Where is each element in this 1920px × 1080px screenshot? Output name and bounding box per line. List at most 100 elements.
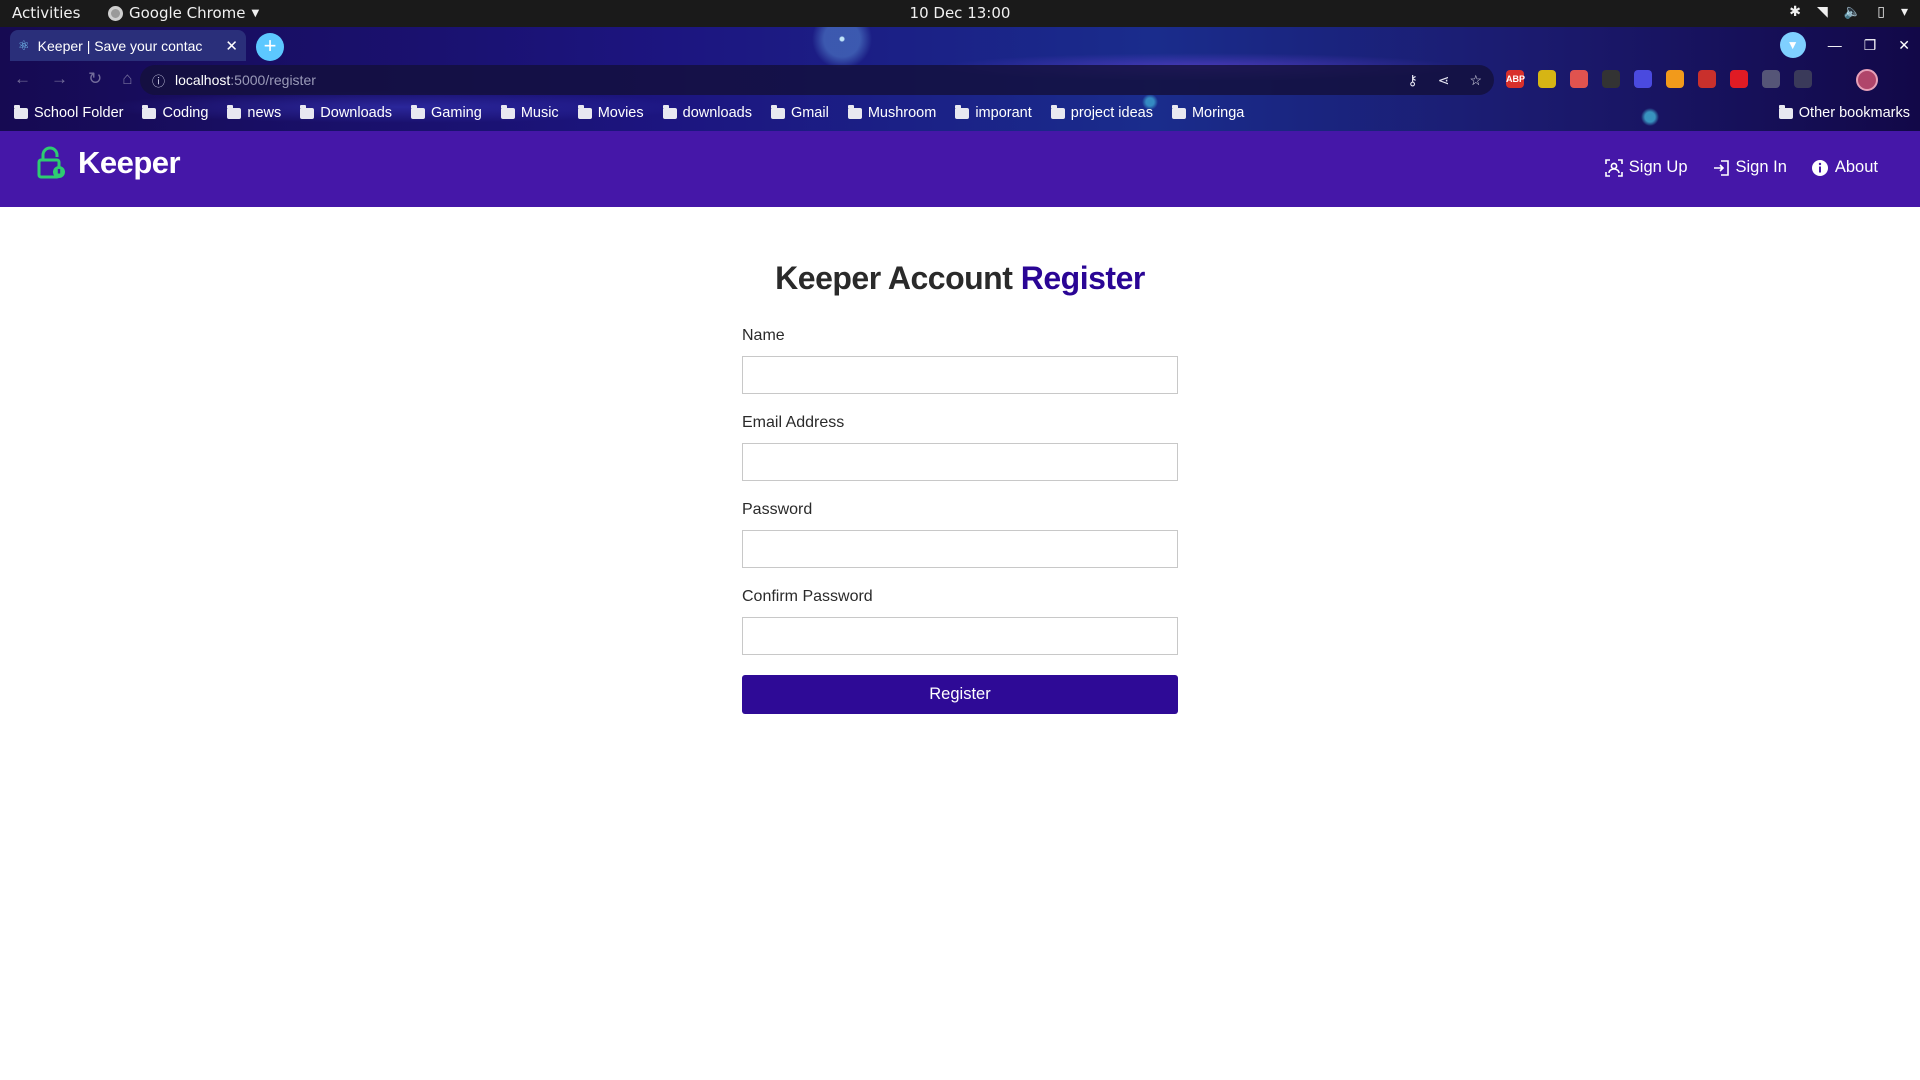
bookmark-folder[interactable]: Gmail	[770, 104, 829, 121]
address-bar[interactable]: ⓘ localhost:5000/register ⚷ ⋖ ☆	[140, 65, 1494, 95]
wifi-icon: ◥	[1817, 4, 1828, 20]
bookmark-folder[interactable]: downloads	[662, 104, 752, 121]
folder-icon	[1171, 104, 1186, 119]
bookmark-folder[interactable]: Music	[500, 104, 559, 121]
extension-icon[interactable]	[1698, 70, 1716, 88]
react-favicon-icon: ⚛	[18, 37, 30, 53]
email-label: Email Address	[742, 414, 845, 431]
bookmark-label: School Folder	[34, 105, 124, 121]
extension-icon[interactable]	[1762, 70, 1780, 88]
bookmark-label: Downloads	[320, 105, 393, 121]
back-icon[interactable]: ←	[14, 69, 31, 89]
extensions-bar: ABP	[1506, 70, 1812, 88]
folder-icon	[1050, 104, 1065, 119]
nav-about[interactable]: About	[1811, 158, 1878, 177]
restore-icon[interactable]: ❐	[1864, 37, 1877, 54]
reload-icon[interactable]: ↻	[88, 69, 102, 89]
bookmark-folder[interactable]: Coding	[142, 104, 209, 121]
bookmark-label: Mushroom	[867, 105, 937, 121]
profile-avatar[interactable]	[1856, 69, 1878, 91]
email-input[interactable]	[742, 443, 1178, 481]
bookmark-folder[interactable]: Moringa	[1171, 104, 1244, 121]
bookmark-star-icon[interactable]: ☆	[1469, 72, 1482, 89]
app-navbar: Keeper Sign Up Sign In About	[0, 131, 1920, 207]
bookmarks-bar: School Folder Coding news Downloads Gaming Mu…	[0, 99, 1920, 127]
system-tray[interactable]: ✱ ◥ 🔈 ▯ ▾	[1789, 4, 1908, 20]
password-input[interactable]	[742, 530, 1178, 568]
nav-link-label: About	[1834, 158, 1878, 176]
brand-name: Keeper	[78, 145, 181, 180]
app-menu-label: Google Chrome	[129, 4, 246, 22]
extension-icon[interactable]	[1730, 70, 1748, 88]
tab-search-button[interactable]: ▼	[1779, 32, 1806, 58]
browser-toolbar: ← → ↻ ⌂ ⓘ localhost:5000/register ⚷ ⋖ ☆ …	[0, 63, 1920, 95]
system-clock[interactable]: 10 Dec 13:00	[910, 4, 1011, 22]
user-scan-icon	[1604, 158, 1623, 177]
bookmark-folder[interactable]: Mushroom	[847, 104, 937, 121]
brand-link[interactable]: Keeper	[36, 145, 181, 181]
folder-icon	[847, 104, 862, 119]
bookmark-folder[interactable]: School Folder	[14, 104, 124, 121]
tab-title: Keeper | Save your contac	[37, 37, 203, 54]
extension-icon[interactable]	[1666, 70, 1684, 88]
bookmark-label: Movies	[597, 105, 644, 121]
extension-icon[interactable]: ABP	[1506, 70, 1525, 88]
home-icon[interactable]: ⌂	[122, 69, 132, 89]
register-button[interactable]: Register	[742, 675, 1178, 714]
name-label: Name	[742, 327, 785, 344]
folder-icon	[142, 104, 157, 119]
nav-sign-up[interactable]: Sign Up	[1604, 158, 1688, 177]
site-info-icon[interactable]: ⓘ	[152, 71, 165, 90]
tray-caret-icon: ▾	[1900, 4, 1908, 20]
key-icon[interactable]: ⚷	[1407, 72, 1417, 89]
nav-sign-in[interactable]: Sign In	[1712, 158, 1787, 177]
volume-icon: 🔈	[1843, 4, 1862, 20]
browser-frame: ⚛ Keeper | Save your contac ✕ + ▼ — ❐ ✕ …	[0, 27, 1920, 131]
bookmark-folder[interactable]: Downloads	[300, 104, 393, 121]
register-form: Name Email Address Password Confirm Pass…	[742, 327, 1178, 714]
bookmark-label: Music	[520, 105, 559, 121]
bookmark-folder[interactable]: Gaming	[411, 104, 482, 121]
bookmark-folder[interactable]: news	[227, 104, 282, 121]
close-tab-icon[interactable]: ✕	[225, 37, 238, 55]
browser-tab-active[interactable]: ⚛ Keeper | Save your contac ✕	[10, 30, 246, 61]
sign-in-icon	[1713, 159, 1729, 176]
name-input[interactable]	[742, 356, 1178, 394]
folder-icon	[955, 104, 970, 119]
bookmark-folder[interactable]: Movies	[577, 104, 644, 121]
share-icon[interactable]: ⋖	[1438, 72, 1450, 89]
confirm-password-label: Confirm Password	[742, 588, 873, 605]
window-controls: ▼ — ❐ ✕	[1779, 32, 1910, 58]
email-group: Email Address	[742, 414, 1178, 481]
extension-icon[interactable]	[1794, 70, 1812, 88]
bookmark-folder[interactable]: imporant	[955, 104, 1032, 121]
forward-icon[interactable]: →	[51, 69, 68, 89]
extension-icon[interactable]	[1634, 70, 1652, 88]
nav-link-label: Sign Up	[1628, 158, 1688, 176]
folder-icon	[770, 104, 785, 119]
bookmark-label: Coding	[162, 105, 209, 121]
extension-icon[interactable]	[1570, 70, 1588, 88]
url-path: :5000/register	[230, 72, 316, 88]
folder-icon	[14, 104, 28, 119]
slack-icon: ✱	[1789, 4, 1802, 20]
bookmark-label: Other bookmarks	[1798, 105, 1910, 121]
extension-icon[interactable]	[1538, 70, 1556, 88]
activities-button[interactable]: Activities	[12, 4, 80, 22]
app-menu[interactable]: Google Chrome ▼	[108, 4, 259, 22]
bookmark-other[interactable]: Other bookmarks	[1778, 104, 1910, 121]
bookmark-label: project ideas	[1070, 105, 1153, 121]
name-group: Name	[742, 327, 1178, 394]
nav-links: Sign Up Sign In About	[1604, 158, 1878, 177]
folder-icon	[227, 104, 242, 119]
bookmark-label: news	[247, 105, 282, 121]
confirm-password-input[interactable]	[742, 617, 1178, 655]
bookmark-label: imporant	[975, 105, 1032, 121]
minimize-icon[interactable]: —	[1828, 37, 1842, 53]
bookmark-folder[interactable]: project ideas	[1050, 104, 1153, 121]
close-window-icon[interactable]: ✕	[1898, 37, 1910, 54]
chrome-icon	[108, 5, 123, 21]
caret-down-icon: ▼	[251, 7, 260, 19]
new-tab-button[interactable]: +	[256, 33, 284, 61]
extension-icon[interactable]	[1602, 70, 1620, 88]
